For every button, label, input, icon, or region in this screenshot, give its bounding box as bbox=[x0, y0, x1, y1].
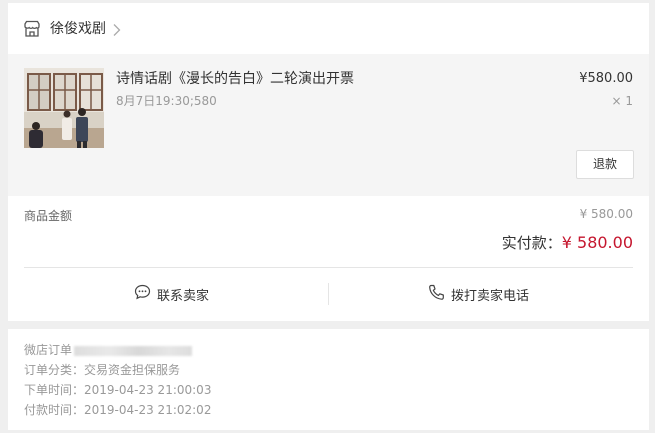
paid-amount-value: ¥ 580.00 bbox=[561, 233, 633, 252]
product-title: 诗情话剧《漫长的告白》二轮演出开票 bbox=[116, 71, 354, 87]
contact-seller-label: 联系卖家 bbox=[157, 288, 210, 304]
phone-icon bbox=[428, 284, 451, 305]
paid-amount-row: 实付款：¥ 580.00 bbox=[502, 232, 633, 254]
call-seller-label: 拨打卖家电话 bbox=[451, 288, 530, 304]
goods-amount-label: 商品金额 bbox=[24, 209, 73, 223]
refund-button[interactable]: 退款 bbox=[576, 150, 634, 179]
store-header[interactable]: 徐俊戏剧 bbox=[8, 3, 649, 55]
product-price: ¥580.00 bbox=[579, 71, 633, 86]
call-seller-button[interactable]: 拨打卖家电话 bbox=[428, 282, 529, 306]
order-category: 订单分类：交易资金担保服务 bbox=[24, 363, 181, 377]
store-name: 徐俊戏剧 bbox=[50, 21, 106, 37]
contact-seller-button[interactable]: 联系卖家 bbox=[134, 282, 209, 306]
order-info-card: 微店订单 订单分类：交易资金担保服务 下单时间：2019-04-23 21:00… bbox=[8, 329, 649, 430]
order-number-line: 微店订单 bbox=[24, 341, 193, 359]
product-quantity: × 1 bbox=[611, 94, 633, 108]
order-number-label: 微店订单 bbox=[24, 343, 73, 357]
pay-time: 付款时间：2019-04-23 21:02:02 bbox=[24, 403, 212, 417]
product-sku: 8月7日19:30;580 bbox=[116, 94, 217, 108]
store-icon bbox=[23, 20, 41, 38]
divider bbox=[24, 267, 633, 268]
order-item[interactable]: 诗情话剧《漫长的告白》二轮演出开票 8月7日19:30;580 ¥580.00 … bbox=[8, 54, 649, 196]
chevron-right-icon bbox=[112, 22, 122, 36]
order-number-redacted bbox=[74, 345, 193, 356]
product-thumbnail bbox=[24, 68, 104, 148]
goods-amount-value: ¥ 580.00 bbox=[579, 207, 633, 221]
order-time: 下单时间：2019-04-23 21:00:03 bbox=[24, 383, 212, 397]
action-divider bbox=[328, 283, 329, 305]
chat-bubble-icon bbox=[134, 284, 157, 304]
paid-amount-label: 实付款： bbox=[501, 234, 562, 252]
order-card: 徐俊戏剧 诗情话剧《漫长的告白》二轮演出开票 8月7日19:30;580 ¥58… bbox=[8, 3, 649, 321]
